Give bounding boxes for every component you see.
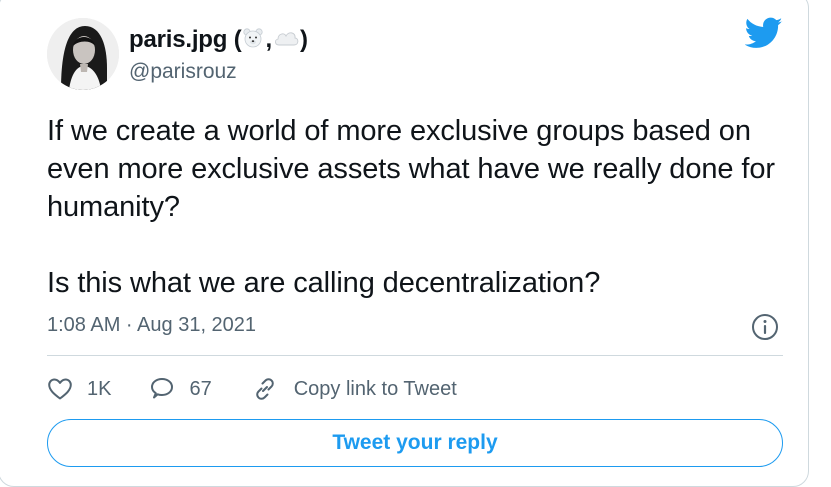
reply-bubble-icon	[151, 378, 174, 399]
like-button[interactable]: 1K	[47, 377, 111, 401]
twitter-bird-icon[interactable]	[744, 14, 783, 52]
copy-link-button[interactable]: Copy link to Tweet	[252, 376, 457, 402]
avatar[interactable]	[47, 18, 119, 90]
profile-photo	[47, 18, 119, 90]
reply-button-label: Tweet your reply	[332, 431, 498, 454]
tweet-timestamp[interactable]: 1:08 AM · Aug 31, 2021	[47, 314, 256, 337]
reply-count: 67	[189, 377, 212, 400]
copy-link-label: Copy link to Tweet	[293, 377, 457, 400]
link-icon	[255, 378, 274, 400]
display-name-prefix: paris.jpg (	[129, 26, 242, 53]
heart-icon	[48, 378, 72, 400]
divider	[47, 355, 783, 356]
info-icon[interactable]	[750, 312, 780, 342]
display-name[interactable]: paris.jpg ( , )	[129, 24, 308, 56]
tweet-actions: 1K 67 Copy link to Tweet	[47, 373, 457, 405]
like-count: 1K	[87, 377, 112, 400]
display-name-separator: ,	[265, 26, 272, 53]
user-handle[interactable]: @parisrouz	[129, 60, 237, 84]
cloud-icon	[273, 28, 299, 53]
reply-count-button[interactable]: 67	[149, 376, 212, 402]
tweet-your-reply-button[interactable]: Tweet your reply	[47, 419, 783, 467]
polar-bear-icon	[242, 27, 264, 54]
display-name-suffix: )	[299, 26, 308, 53]
tweet-text: If we create a world of more exclusive g…	[47, 115, 775, 299]
